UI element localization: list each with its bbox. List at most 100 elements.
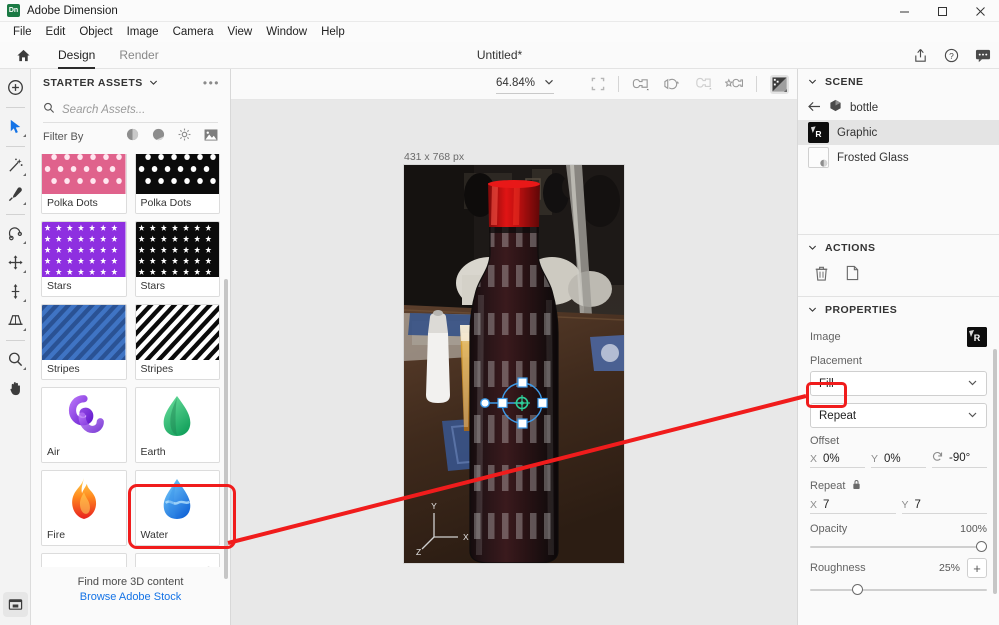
duplicate-icon[interactable] (845, 265, 860, 286)
canvas-viewport[interactable]: 431 x 768 px Y X Z (231, 100, 797, 625)
image-thumb-mris[interactable]: R (967, 327, 987, 347)
asset-card-air[interactable]: Air (41, 387, 127, 463)
properties-scrollbar[interactable] (993, 349, 997, 594)
chevron-down-icon[interactable] (544, 74, 554, 92)
opacity-slider-track[interactable] (810, 541, 987, 552)
minimize-button[interactable] (885, 0, 923, 22)
rotation-field[interactable]: -90° (932, 451, 987, 468)
menu-image[interactable]: Image (120, 22, 166, 42)
scene-section-header[interactable]: SCENE (798, 69, 999, 95)
tool-divider (5, 214, 25, 215)
scene-group-bottle[interactable]: bottle (798, 95, 999, 120)
help-icon[interactable]: ? (944, 48, 959, 63)
offset-y-field[interactable]: Y 0% (871, 453, 926, 468)
scene-item-graphic[interactable]: R Graphic (798, 120, 999, 145)
move-tool[interactable] (3, 250, 28, 275)
menu-object[interactable]: Object (72, 22, 119, 42)
tool-flyout-indicator (22, 202, 26, 205)
opacity-slider-knob[interactable] (976, 541, 987, 552)
tool-flyout-indicator (22, 173, 26, 176)
add-object-tool[interactable] (3, 75, 28, 100)
menu-help[interactable]: Help (314, 22, 352, 42)
material-sphere-icon[interactable] (126, 128, 139, 146)
asset-card-polka-dots-pink[interactable]: Polka Dots (41, 154, 127, 214)
image-placement-gizmo[interactable] (404, 165, 624, 563)
assets-grid[interactable]: Polka Dots Polka Dots Stars Stars Stripe… (31, 154, 230, 567)
scene-item-label: Graphic (837, 126, 878, 139)
assets-more-options-button[interactable]: ••• (203, 77, 220, 89)
share-icon[interactable] (913, 48, 928, 63)
lock-icon[interactable] (852, 477, 861, 495)
asset-label: Stars (42, 277, 126, 296)
assets-scrollbar[interactable] (224, 279, 228, 579)
chevron-down-icon[interactable] (808, 301, 817, 319)
fit-to-screen-icon[interactable] (591, 77, 605, 91)
tool-strip (0, 69, 31, 625)
render-quality-icon[interactable] (770, 74, 789, 94)
asset-card-stripes-black[interactable]: Stripes (134, 304, 220, 380)
zoom-control[interactable]: 64.84% (496, 74, 555, 94)
roughness-slider-knob[interactable] (852, 584, 864, 595)
scene-group-label: bottle (850, 101, 879, 114)
browse-adobe-stock-link[interactable]: Browse Adobe Stock (31, 591, 230, 603)
tab-render[interactable]: Render (107, 42, 170, 69)
hand-tool[interactable] (3, 376, 28, 401)
rotate-object-tool[interactable] (3, 308, 28, 333)
chevron-down-icon[interactable] (149, 74, 158, 92)
properties-section-header[interactable]: PROPERTIES (798, 297, 999, 323)
asset-card-stars-purple[interactable]: Stars (41, 221, 127, 297)
asset-card-polka-dots-black[interactable]: Polka Dots (134, 154, 220, 214)
asset-card-water[interactable]: Water (134, 470, 220, 546)
light-sphere-icon[interactable] (152, 128, 165, 146)
asset-card-brand-logo-gradient[interactable]: Brand Logo (41, 553, 127, 567)
search-input[interactable] (62, 103, 212, 116)
camera-default-icon[interactable] (725, 77, 743, 92)
magic-wand-tool[interactable] (3, 153, 28, 178)
placement-label: Placement (810, 355, 862, 367)
repeat-x-field[interactable]: X 7 (810, 499, 896, 514)
render-preview-toggle[interactable] (3, 592, 28, 617)
menu-camera[interactable]: Camera (166, 22, 221, 42)
asset-card-fire[interactable]: Fire (41, 470, 127, 546)
asset-card-brand-logo-mris[interactable]: MRIS Brand Logo (134, 553, 220, 567)
repeat-mode-select[interactable]: Repeat (810, 403, 987, 428)
back-arrow-icon[interactable] (808, 99, 821, 117)
add-property-button[interactable]: + (967, 558, 987, 578)
camera-orbit-icon[interactable] (663, 77, 681, 92)
close-button[interactable] (961, 0, 999, 22)
chevron-down-icon[interactable] (808, 239, 817, 257)
offset-x-field[interactable]: X 0% (810, 453, 865, 468)
menu-file[interactable]: File (6, 22, 39, 42)
maximize-button[interactable] (923, 0, 961, 22)
eyedropper-tool[interactable] (3, 182, 28, 207)
asset-card-stars-black[interactable]: Stars (134, 221, 220, 297)
rendered-scene-artboard[interactable]: Y X Z (404, 165, 624, 563)
camera-bookmark-icon[interactable] (632, 77, 650, 92)
chevron-down-icon[interactable] (967, 375, 978, 393)
repeat-y-field[interactable]: Y 7 (901, 499, 987, 514)
chevron-down-icon[interactable] (967, 407, 978, 425)
chevron-down-icon[interactable] (808, 73, 817, 91)
offset-label: Offset (810, 435, 840, 447)
actions-section-header[interactable]: ACTIONS (798, 235, 999, 261)
tool-flyout-indicator (22, 367, 26, 370)
placement-select[interactable]: Fill (810, 371, 987, 396)
asset-card-stripes-blue[interactable]: Stripes (41, 304, 127, 380)
comment-icon[interactable] (975, 48, 991, 63)
menu-edit[interactable]: Edit (39, 22, 73, 42)
scale-tool[interactable] (3, 279, 28, 304)
menu-view[interactable]: View (220, 22, 259, 42)
orbit-tool[interactable] (3, 221, 28, 246)
image-icon[interactable] (204, 128, 218, 146)
menu-window[interactable]: Window (259, 22, 314, 42)
asset-card-earth[interactable]: Earth (134, 387, 220, 463)
select-tool[interactable] (3, 114, 28, 139)
home-icon[interactable] (0, 48, 46, 63)
delete-icon[interactable] (814, 265, 829, 286)
tab-design[interactable]: Design (46, 42, 107, 69)
scene-item-frosted-glass[interactable]: Frosted Glass (798, 145, 999, 170)
zoom-tool[interactable] (3, 347, 28, 372)
roughness-slider-track[interactable] (810, 584, 987, 595)
camera-pan-icon[interactable] (694, 77, 712, 92)
light-rays-icon[interactable] (178, 128, 191, 146)
